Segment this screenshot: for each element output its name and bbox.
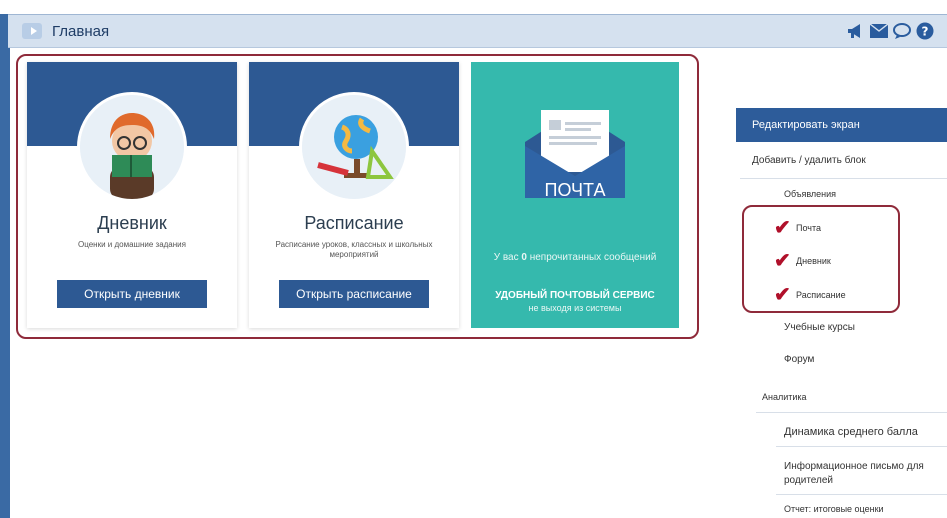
- analytics-item-parents-letter[interactable]: Информационное письмо для родителей: [784, 460, 939, 488]
- help-icon[interactable]: ?: [915, 21, 935, 41]
- chat-icon[interactable]: [892, 21, 912, 41]
- divider: [756, 412, 947, 413]
- megaphone-icon[interactable]: [846, 21, 866, 41]
- cards-highlight-frame: [16, 54, 699, 339]
- top-icons: ?: [846, 21, 935, 41]
- sidebar-item-announcements[interactable]: Объявления: [784, 189, 836, 199]
- home-icon[interactable]: [22, 23, 42, 39]
- divider: [776, 494, 947, 495]
- app-window: Главная ? Дневник Оценки и домашние зада…: [0, 0, 947, 518]
- checks-highlight-frame: [742, 205, 900, 313]
- top-bar: Главная ?: [8, 14, 947, 48]
- edit-screen-button[interactable]: Редактировать экран: [736, 108, 947, 142]
- sidebar-item-courses[interactable]: Учебные курсы: [784, 322, 855, 333]
- mail-icon[interactable]: [869, 21, 889, 41]
- page-title: Главная: [52, 23, 110, 40]
- sidebar-item-forum[interactable]: Форум: [784, 354, 814, 365]
- analytics-header[interactable]: Аналитика: [762, 392, 807, 402]
- divider: [776, 446, 947, 447]
- analytics-item-average[interactable]: Динамика среднего балла: [784, 426, 918, 438]
- analytics-item-final-grades[interactable]: Отчет: итоговые оценки: [784, 504, 884, 514]
- sidebar: Редактировать экран Добавить / удалить б…: [736, 108, 947, 518]
- left-border: [0, 14, 10, 518]
- add-remove-block[interactable]: Добавить / удалить блок: [752, 155, 866, 166]
- svg-text:?: ?: [922, 25, 929, 39]
- divider: [740, 178, 947, 179]
